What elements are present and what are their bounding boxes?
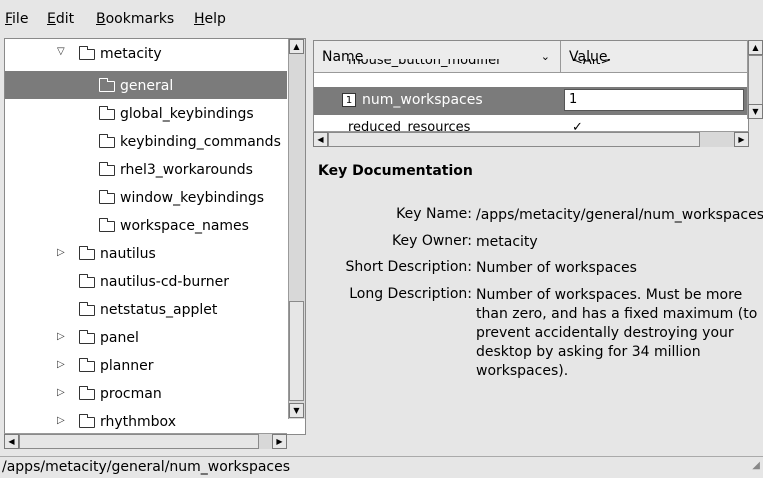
scrollbar-thumb[interactable] <box>328 132 700 147</box>
list-row-selected[interactable]: 1 num_workspaces 1 <box>314 87 748 115</box>
key-documentation-heading: Key Documentation <box>318 163 473 179</box>
tree-item-label: netstatus_applet <box>100 302 218 318</box>
long-description-label: Long Description: <box>349 286 472 302</box>
menu-file[interactable]: File <box>5 11 28 27</box>
scroll-up-arrow-icon[interactable]: ▲ <box>289 39 304 54</box>
tree-item-window-keybindings[interactable]: window_keybindings <box>5 183 287 211</box>
scroll-left-arrow-icon[interactable]: ◀ <box>313 132 328 147</box>
tree-item-label: general <box>120 78 174 94</box>
status-path: /apps/metacity/general/num_workspaces <box>2 459 291 475</box>
key-list[interactable]: Name ⌄ Value mouse_button_modifier <Alt>… <box>313 40 749 132</box>
folder-icon <box>99 133 115 148</box>
scrollbar-thumb[interactable] <box>748 55 763 105</box>
list-horizontal-scrollbar[interactable]: ◀ ▶ <box>313 131 749 147</box>
tree-item-label: metacity <box>100 46 162 62</box>
collapsed-arrow-icon[interactable]: ▷ <box>57 387 65 398</box>
tree-item-general[interactable]: general <box>5 71 287 99</box>
folder-icon <box>99 77 115 92</box>
collapsed-arrow-icon[interactable]: ▷ <box>57 247 65 258</box>
scroll-left-arrow-icon[interactable]: ◀ <box>4 434 19 449</box>
list-row[interactable]: reduced_resources ✓ <box>314 117 748 131</box>
folder-icon <box>79 301 95 316</box>
value-edit-field[interactable]: 1 <box>564 89 744 111</box>
tree-item-label: planner <box>100 358 154 374</box>
scroll-down-arrow-icon[interactable]: ▼ <box>289 403 304 418</box>
folder-icon <box>79 245 95 260</box>
menu-file-label: File <box>5 11 29 27</box>
menu-bookmarks-label: Bookmarks <box>96 11 175 27</box>
key-tree[interactable]: ▽ metacity general global_keybindings ke… <box>4 38 306 435</box>
tree-item-planner[interactable]: ▷ planner <box>5 351 287 379</box>
tree-item-panel[interactable]: ▷ panel <box>5 323 287 351</box>
long-description-value: Number of workspaces. Must be more than … <box>476 287 758 379</box>
tree-item-label: keybinding_commands <box>120 134 281 150</box>
tree-vertical-scrollbar[interactable]: ▲ ▼ <box>288 39 305 419</box>
tree-horizontal-scrollbar[interactable]: ◀ ▶ <box>4 433 287 449</box>
integer-type-icon: 1 <box>342 93 356 107</box>
key-value: <Alt> <box>572 59 612 68</box>
menu-edit-label: Edit <box>47 11 75 27</box>
folder-icon <box>79 413 95 428</box>
tree-item-nautilus[interactable]: ▷ nautilus <box>5 239 287 267</box>
tree-item-rhythmbox[interactable]: ▷ rhythmbox <box>5 407 287 434</box>
folder-icon <box>79 385 95 400</box>
tree-item-procman[interactable]: ▷ procman <box>5 379 287 407</box>
short-description-label: Short Description: <box>345 259 472 275</box>
checkbox-checked-icon[interactable]: ✓ <box>572 120 583 131</box>
menu-help[interactable]: Help <box>194 11 226 27</box>
folder-icon <box>79 329 95 344</box>
collapsed-arrow-icon[interactable]: ▷ <box>57 331 65 342</box>
open-folder-icon <box>79 45 95 60</box>
tree-item-label: panel <box>100 330 139 346</box>
folder-icon <box>79 357 95 372</box>
tree-item-label: global_keybindings <box>120 106 254 122</box>
scroll-right-arrow-icon[interactable]: ▶ <box>272 434 287 449</box>
tree-item-label: rhel3_workarounds <box>120 162 253 178</box>
key-name-label: Key Name: <box>396 206 472 222</box>
menubar: File Edit Bookmarks Help <box>0 0 763 34</box>
folder-icon <box>99 217 115 232</box>
scroll-down-arrow-icon[interactable]: ▼ <box>748 104 763 119</box>
key-name: reduced_resources <box>348 120 471 131</box>
tree-item-keybinding-commands[interactable]: keybinding_commands <box>5 127 287 155</box>
tree-item-label: procman <box>100 386 162 402</box>
key-name: mouse_button_modifier <box>348 59 502 68</box>
list-vertical-scrollbar[interactable]: ▲ ▼ <box>747 40 763 119</box>
menu-edit[interactable]: Edit <box>47 11 74 27</box>
tree-item-label: nautilus <box>100 246 156 262</box>
resize-grip-icon[interactable]: ◢ <box>752 456 760 476</box>
key-owner-value: metacity <box>476 234 538 250</box>
list-row[interactable]: mouse_button_modifier <Alt> <box>314 59 748 73</box>
scrollbar-thumb[interactable] <box>19 434 259 449</box>
menu-help-label: Help <box>194 11 226 27</box>
tree-item-label: window_keybindings <box>120 190 265 206</box>
tree-item-label: rhythmbox <box>100 414 176 430</box>
key-owner-label: Key Owner: <box>391 233 472 249</box>
menu-bookmarks[interactable]: Bookmarks <box>96 11 174 27</box>
tree-item-nautilus-cd-burner[interactable]: nautilus-cd-burner <box>5 267 287 295</box>
folder-icon <box>99 189 115 204</box>
tree-item-label: nautilus-cd-burner <box>100 274 229 290</box>
scrollbar-thumb[interactable] <box>289 301 304 401</box>
key-name: num_workspaces <box>362 92 483 108</box>
tree-item-netstatus-applet[interactable]: netstatus_applet <box>5 295 287 323</box>
collapsed-arrow-icon[interactable]: ▷ <box>57 359 65 370</box>
short-description-value: Number of workspaces <box>476 260 637 276</box>
expanded-arrow-icon[interactable]: ▽ <box>57 46 65 57</box>
tree-item-workspace-names[interactable]: workspace_names <box>5 211 287 239</box>
status-bar: /apps/metacity/general/num_workspaces ◢ <box>0 456 763 478</box>
collapsed-arrow-icon[interactable]: ▷ <box>57 415 65 426</box>
folder-icon <box>79 273 95 288</box>
folder-icon <box>99 105 115 120</box>
tree-item-metacity[interactable]: ▽ metacity <box>5 39 287 67</box>
key-name-value: /apps/metacity/general/num_workspaces <box>476 207 763 223</box>
tree-item-global-keybindings[interactable]: global_keybindings <box>5 99 287 127</box>
tree-item-label: workspace_names <box>120 218 249 234</box>
folder-icon <box>99 161 115 176</box>
scroll-right-arrow-icon[interactable]: ▶ <box>734 132 749 147</box>
tree-item-rhel3-workarounds[interactable]: rhel3_workarounds <box>5 155 287 183</box>
scroll-up-arrow-icon[interactable]: ▲ <box>748 40 763 55</box>
